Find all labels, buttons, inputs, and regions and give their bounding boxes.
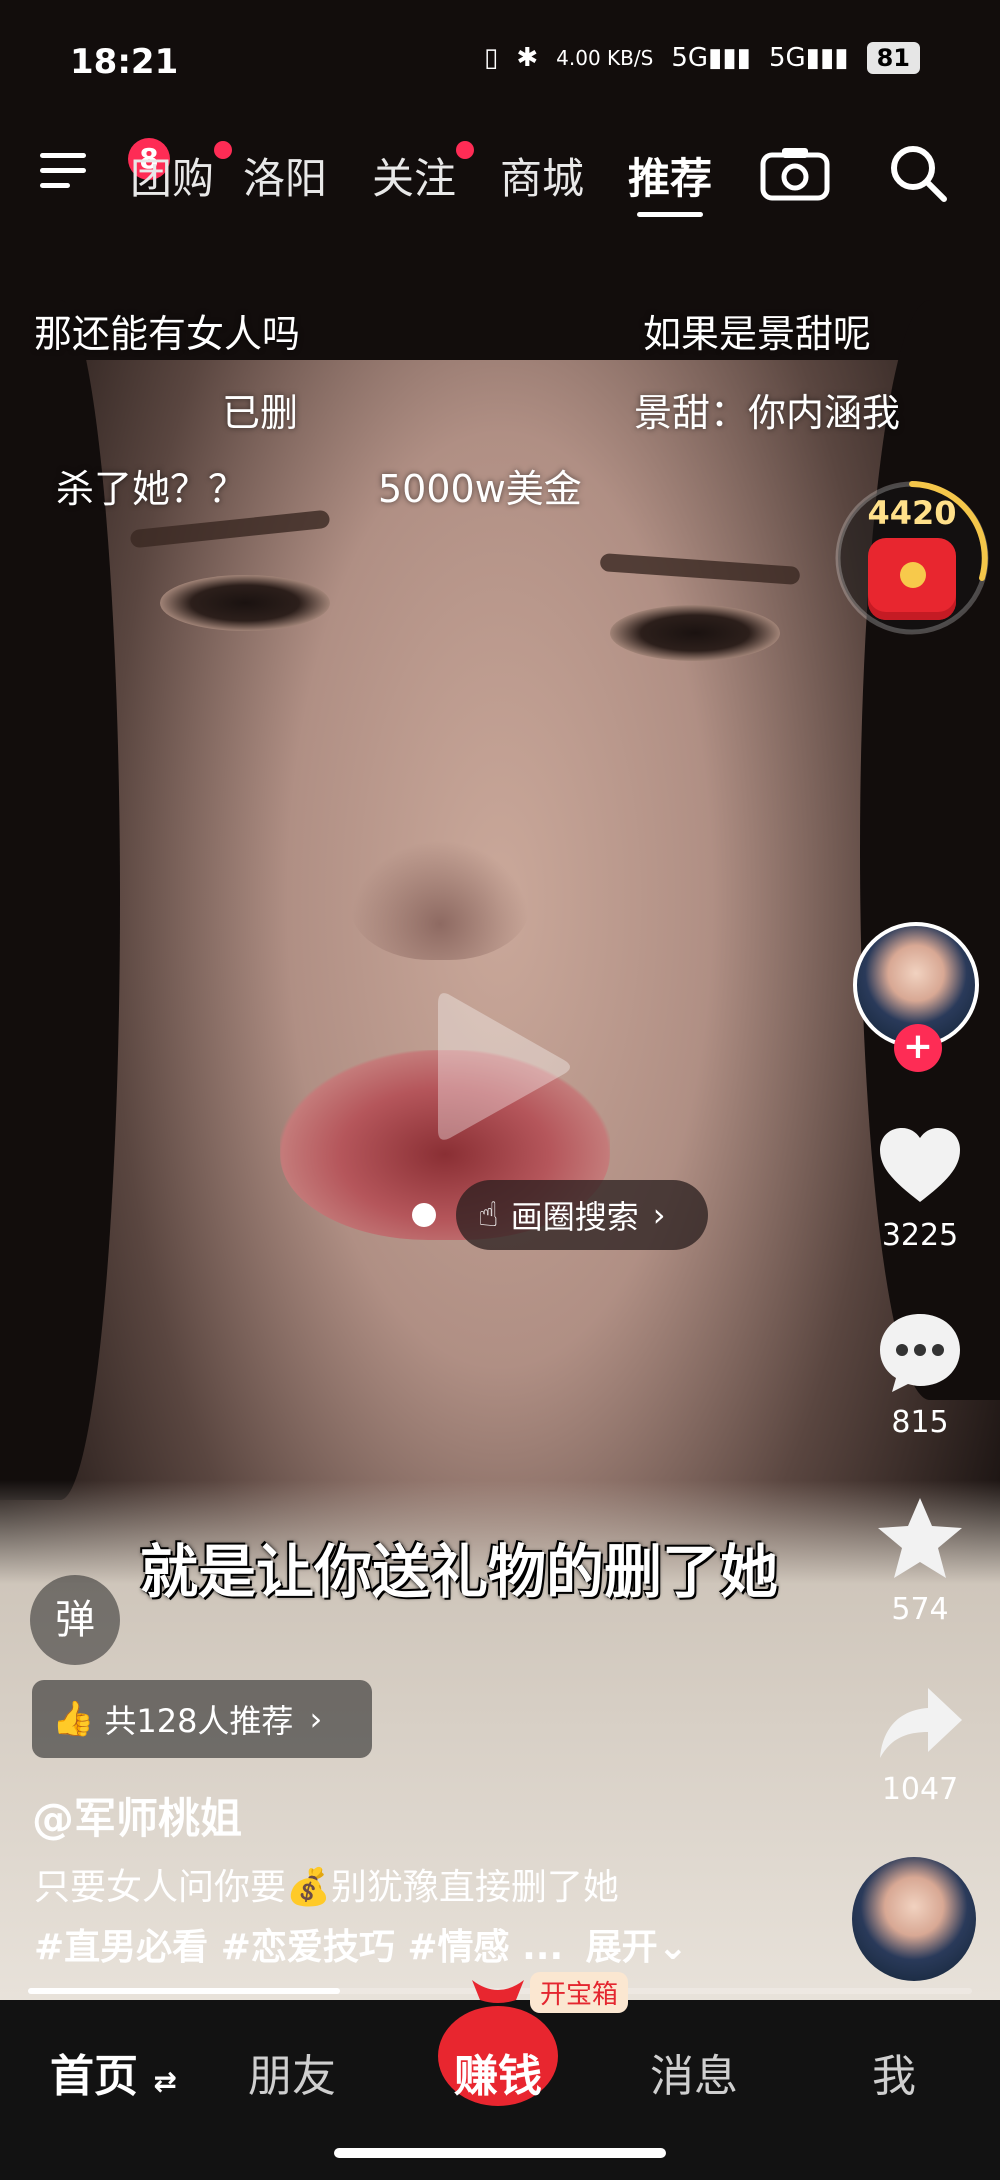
red-packet-icon bbox=[868, 538, 956, 620]
follow-button[interactable]: + bbox=[894, 1024, 942, 1072]
nav-me-label: 我 bbox=[872, 2051, 916, 2102]
danmaku-toggle-label: 弹 bbox=[55, 1597, 95, 1643]
tab-mall[interactable]: 商城 bbox=[500, 145, 584, 206]
chevron-down-icon: ⌄ bbox=[657, 1927, 688, 1968]
nav-friends-label: 朋友 bbox=[248, 2051, 336, 2102]
nav-messages[interactable]: 消息 bbox=[650, 2040, 738, 2104]
bluetooth-icon: ✱ bbox=[516, 43, 539, 73]
like-count: 3225 bbox=[881, 1218, 959, 1253]
tab-active-indicator bbox=[637, 212, 703, 217]
douyin-video-screen: 18:21 ▯ ✱ 4.00 KB/S 5G▮▮▮ 5G▮▮▮ 81 8 团购 … bbox=[0, 0, 1000, 2180]
video-eye-left bbox=[160, 575, 330, 631]
star-icon[interactable] bbox=[874, 1494, 966, 1586]
money-bag-icon: 💰 bbox=[286, 1867, 331, 1908]
vibrate-icon: ▯ bbox=[484, 43, 499, 73]
hashtags[interactable]: #直男必看 #恋爱技巧 #情感 ... bbox=[34, 1927, 563, 1968]
menu-icon[interactable]: 8 bbox=[40, 138, 170, 203]
recommend-pill[interactable]: 👍 共128人推荐 › bbox=[32, 1680, 372, 1758]
share-count: 1047 bbox=[881, 1772, 959, 1807]
danmaku-comment: 景甜：你内涵我 bbox=[634, 391, 901, 435]
signal-label-2: 5G bbox=[768, 43, 806, 73]
hand-circle-icon: ☝ bbox=[478, 1195, 499, 1235]
expand-button[interactable]: 展开 bbox=[586, 1927, 658, 1968]
danmaku-comment: 如果是景甜呢 bbox=[643, 312, 872, 356]
recommend-label: 共128人推荐 bbox=[104, 1702, 294, 1740]
status-time: 18:21 bbox=[70, 42, 179, 82]
comment-icon[interactable] bbox=[874, 1306, 966, 1398]
share-icon[interactable] bbox=[874, 1680, 966, 1772]
search-icon[interactable] bbox=[886, 141, 950, 205]
nav-home[interactable]: 首页 ⇄ bbox=[50, 2040, 177, 2104]
play-icon[interactable] bbox=[428, 982, 578, 1152]
video-eye-right bbox=[610, 605, 780, 661]
status-bar: 18:21 ▯ ✱ 4.00 KB/S 5G▮▮▮ 5G▮▮▮ 81 bbox=[0, 0, 1000, 120]
tab-label: 洛阳 bbox=[243, 154, 328, 203]
desc-text: 别犹豫直接删了她 bbox=[330, 1867, 619, 1908]
camera-icon[interactable] bbox=[760, 145, 830, 201]
video-brow-right bbox=[599, 553, 801, 585]
favorite-count: 574 bbox=[891, 1592, 949, 1627]
nav-messages-label: 消息 bbox=[650, 2051, 738, 2102]
video-brow-left bbox=[129, 509, 331, 549]
danmaku-comment: 5000w美金 bbox=[378, 467, 582, 511]
author-name[interactable]: @军师桃姐 bbox=[32, 1785, 242, 1846]
tab-luoyang[interactable]: 洛阳 bbox=[243, 145, 327, 206]
status-icons: ▯ ✱ 4.00 KB/S 5G▮▮▮ 5G▮▮▮ 81 bbox=[484, 42, 920, 74]
danmaku-toggle[interactable]: 弹 bbox=[30, 1575, 120, 1665]
network-speed: 4.00 KB/S bbox=[556, 46, 654, 70]
tab-label: 商城 bbox=[500, 154, 585, 203]
chevron-right-icon: › bbox=[652, 1196, 666, 1234]
nav-friends[interactable]: 朋友 bbox=[248, 2040, 336, 2104]
circle-search-button[interactable]: ☝ 画圈搜索 › bbox=[456, 1180, 708, 1250]
top-nav: 8 团购 洛阳 关注 商城 推荐 bbox=[0, 135, 1000, 225]
tab-dot bbox=[456, 141, 475, 159]
danmaku-comment: 杀了她？？ bbox=[56, 467, 247, 511]
red-packet-count: 4420 bbox=[867, 494, 957, 532]
tab-dot bbox=[214, 141, 233, 159]
comment-count: 815 bbox=[891, 1405, 949, 1440]
nav-earn-label[interactable]: 赚钱 bbox=[436, 2040, 560, 2104]
heart-icon[interactable] bbox=[874, 1120, 966, 1212]
tab-label: 团购 bbox=[130, 154, 215, 203]
circle-search-dot bbox=[412, 1203, 436, 1227]
nav-me[interactable]: 我 bbox=[872, 2040, 916, 2104]
signal-5g-icon-2: 5G▮▮▮ bbox=[768, 43, 849, 73]
music-disc-avatar[interactable] bbox=[852, 1857, 976, 1981]
tab-recommend[interactable]: 推荐 bbox=[628, 145, 712, 206]
tab-label: 关注 bbox=[372, 154, 457, 203]
desc-text: 只要女人问你要 bbox=[34, 1867, 287, 1908]
home-indicator[interactable] bbox=[334, 2148, 666, 2158]
video-description: 只要女人问你要💰别犹豫直接删了她 bbox=[34, 1858, 619, 1910]
signal-label: 5G bbox=[671, 43, 709, 73]
refresh-icon: ⇄ bbox=[153, 2065, 177, 2098]
tab-label: 推荐 bbox=[628, 154, 713, 203]
battery-indicator: 81 bbox=[866, 42, 920, 74]
chevron-right-icon: › bbox=[309, 1700, 323, 1738]
danmaku-comment: 那还能有女人吗 bbox=[34, 312, 301, 356]
tab-following[interactable]: 关注 bbox=[372, 141, 475, 206]
red-packet-widget[interactable]: 4420 bbox=[832, 478, 992, 638]
video-progress-fill bbox=[28, 1988, 340, 1994]
video-caption: 就是让你送礼物的删了她 bbox=[140, 1538, 779, 1606]
signal-5g-icon: 5G▮▮▮ bbox=[671, 43, 751, 73]
hashtag-line[interactable]: #直男必看 #恋爱技巧 #情感 ... 展开⌄ bbox=[34, 1918, 688, 1970]
thumbs-up-icon: 👍 bbox=[52, 1699, 95, 1739]
danmaku-comment: 已删 bbox=[222, 391, 299, 435]
video-nose bbox=[350, 840, 530, 960]
tab-group-buy[interactable]: 团购 bbox=[130, 141, 233, 206]
circle-search[interactable]: ☝ 画圈搜索 › bbox=[412, 1180, 708, 1250]
nav-home-label: 首页 bbox=[50, 2051, 138, 2102]
open-treasure-badge[interactable]: 开宝箱 bbox=[530, 1972, 629, 2013]
circle-search-label: 画圈搜索 bbox=[510, 1198, 639, 1236]
